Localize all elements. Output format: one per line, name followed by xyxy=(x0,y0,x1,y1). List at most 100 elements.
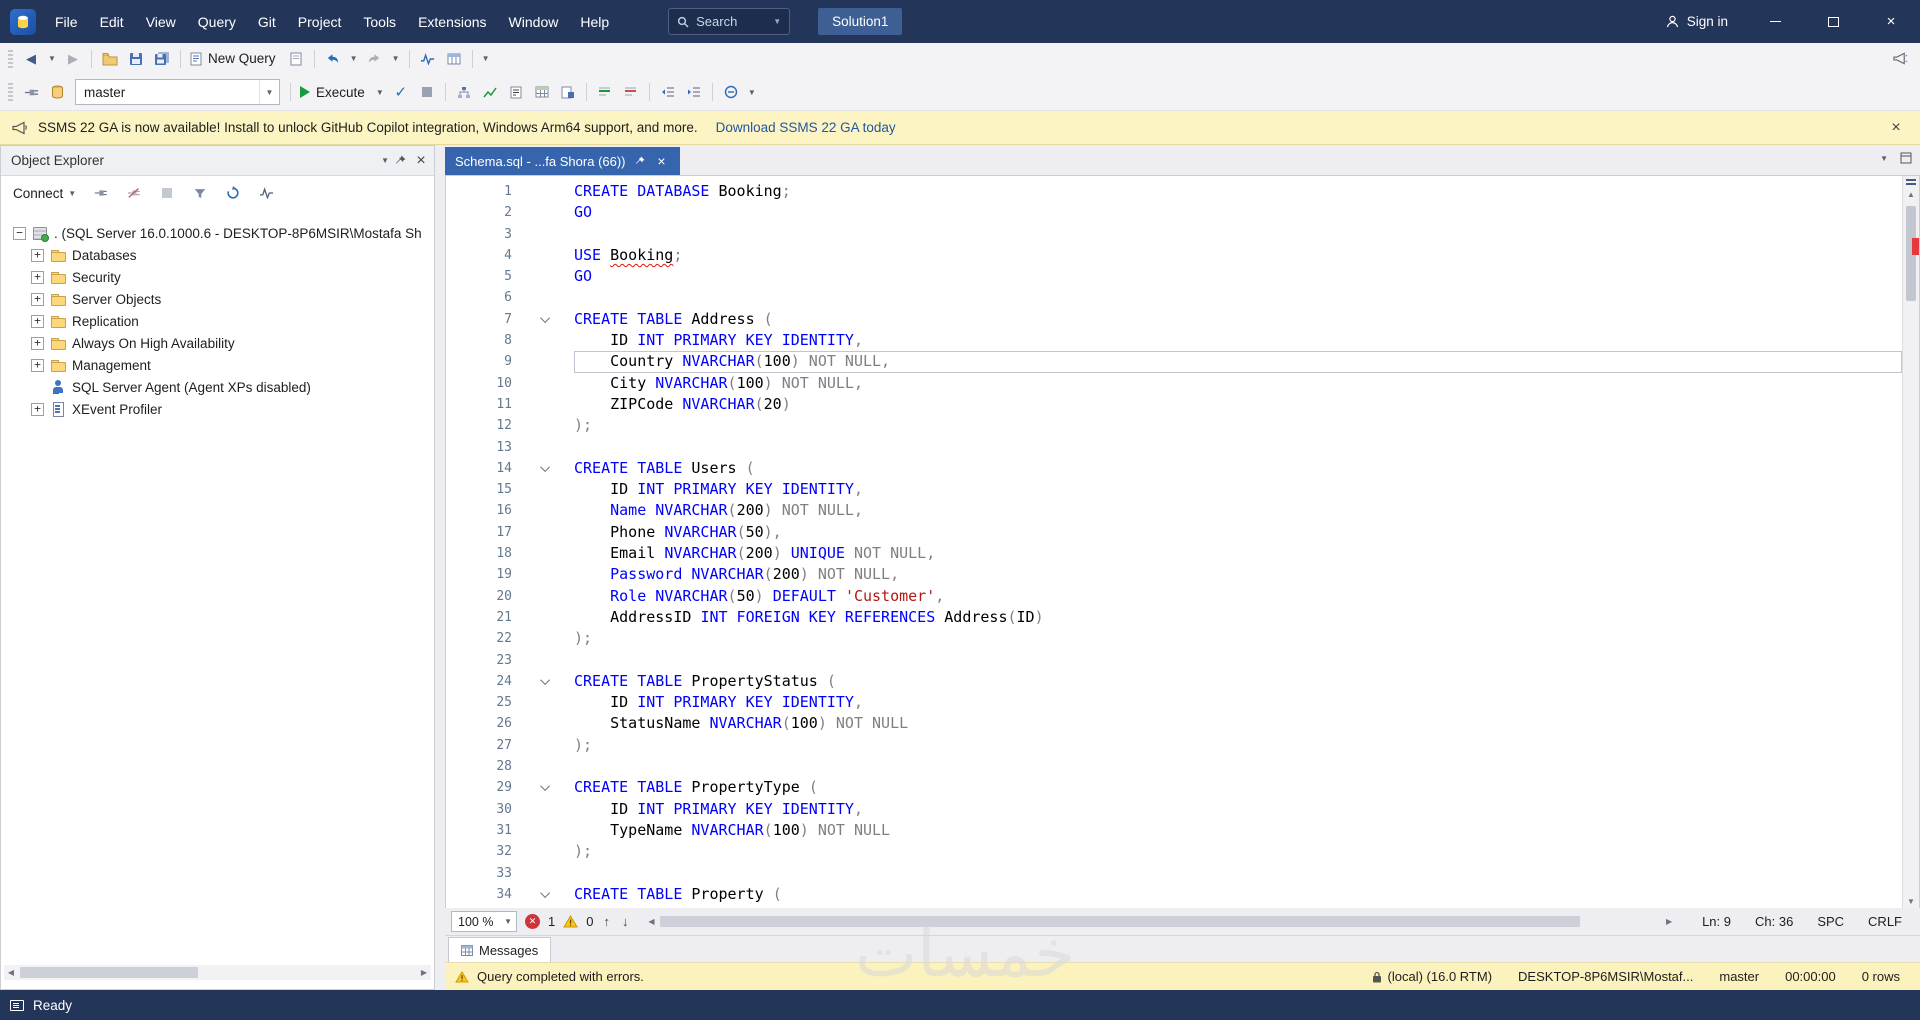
code-line[interactable]: 3 xyxy=(446,224,1902,245)
expander-plus-icon[interactable]: + xyxy=(31,403,44,416)
expander-plus-icon[interactable]: + xyxy=(31,293,44,306)
object-explorer-hscrollbar[interactable]: ◀ ▶ xyxy=(4,965,431,980)
cancel-query-button[interactable] xyxy=(415,79,439,105)
code-line[interactable]: 23 xyxy=(446,650,1902,671)
scroll-down-arrow[interactable]: ▼ xyxy=(1903,897,1919,906)
expander-plus-icon[interactable]: + xyxy=(31,249,44,262)
code-line[interactable]: 14CREATE TABLE Users ( xyxy=(446,458,1902,479)
code-line[interactable]: 30 ID INT PRIMARY KEY IDENTITY, xyxy=(446,799,1902,820)
uncomment-button[interactable] xyxy=(619,79,643,105)
database-select[interactable]: master ▼ xyxy=(75,79,280,105)
execute-button[interactable]: Execute xyxy=(297,79,371,105)
parse-button[interactable]: ✓ xyxy=(389,79,413,105)
tree-item[interactable]: +Management xyxy=(1,354,434,376)
undo-dropdown[interactable]: ▼ xyxy=(347,46,361,72)
save-button[interactable] xyxy=(124,46,148,72)
menu-item-extensions[interactable]: Extensions xyxy=(407,0,497,43)
menu-item-query[interactable]: Query xyxy=(187,0,247,43)
splitter-grip-icon[interactable] xyxy=(1906,179,1916,187)
menu-item-edit[interactable]: Edit xyxy=(89,0,135,43)
code-line[interactable]: 34CREATE TABLE Property ( xyxy=(446,884,1902,905)
code-line[interactable]: 28 xyxy=(446,756,1902,777)
toolbar-grip2[interactable] xyxy=(8,83,13,101)
activity-monitor-icon[interactable] xyxy=(416,46,440,72)
space-mode-indicator[interactable]: SPC xyxy=(1805,914,1856,929)
search-box[interactable]: Search ▼ xyxy=(668,8,790,35)
nav-forward-button[interactable]: ▶ xyxy=(61,46,85,72)
pin-icon[interactable] xyxy=(395,155,406,166)
scroll-right-arrow[interactable]: ▶ xyxy=(417,968,431,977)
code-line[interactable]: 25 ID INT PRIMARY KEY IDENTITY, xyxy=(446,692,1902,713)
fold-collapse-icon[interactable] xyxy=(518,884,574,905)
notification-close-icon[interactable]: × xyxy=(1884,116,1908,140)
menu-item-help[interactable]: Help xyxy=(569,0,620,43)
code-line[interactable]: 26 StatusName NVARCHAR(100) NOT NULL xyxy=(446,713,1902,734)
results-to-file-icon[interactable] xyxy=(556,79,580,105)
code-line[interactable]: 24CREATE TABLE PropertyStatus ( xyxy=(446,671,1902,692)
tree-item[interactable]: +Databases xyxy=(1,244,434,266)
menu-item-window[interactable]: Window xyxy=(498,0,570,43)
code-line[interactable]: 16 Name NVARCHAR(200) NOT NULL, xyxy=(446,500,1902,521)
hscroll-right-arrow[interactable]: ▶ xyxy=(1662,917,1676,926)
prev-error-arrow[interactable]: ↑ xyxy=(601,914,612,929)
document-tab[interactable]: Schema.sql - ...fa Shora (66)) × xyxy=(445,147,680,175)
results-to-text-icon[interactable] xyxy=(504,79,528,105)
tree-item[interactable]: +XEvent Profiler xyxy=(1,398,434,420)
scroll-left-arrow[interactable]: ◀ xyxy=(4,968,18,977)
tree-item[interactable]: −. (SQL Server 16.0.1000.6 - DESKTOP-8P6… xyxy=(1,222,434,244)
tree-item[interactable]: SQL Server Agent (Agent XPs disabled) xyxy=(1,376,434,398)
expander-minus-icon[interactable]: − xyxy=(13,227,26,240)
intellisense-icon[interactable] xyxy=(719,79,743,105)
menu-item-tools[interactable]: Tools xyxy=(352,0,407,43)
toolbar-grip[interactable] xyxy=(8,50,13,68)
code-line[interactable]: 11 ZIPCode NVARCHAR(20) xyxy=(446,394,1902,415)
search-dropdown-icon[interactable]: ▼ xyxy=(773,17,781,26)
connect-object-icon[interactable] xyxy=(89,180,113,206)
hscrollbar-thumb[interactable] xyxy=(660,916,1580,927)
code-line[interactable]: 19 Password NVARCHAR(200) NOT NULL, xyxy=(446,564,1902,585)
notification-link[interactable]: Download SSMS 22 GA today xyxy=(716,120,896,135)
warning-icon[interactable] xyxy=(563,915,578,928)
code-line[interactable]: 21 AddressID INT FOREIGN KEY REFERENCES … xyxy=(446,607,1902,628)
disconnect-object-icon[interactable] xyxy=(122,180,146,206)
panel-options-dropdown-icon[interactable]: ▼ xyxy=(381,156,389,165)
solution-selector[interactable]: Solution1 xyxy=(818,8,902,35)
save-all-button[interactable] xyxy=(150,46,174,72)
window-options-icon[interactable] xyxy=(1900,152,1912,164)
change-connection-icon[interactable] xyxy=(19,79,43,105)
stop-icon[interactable] xyxy=(155,180,179,206)
code-line[interactable]: 6 xyxy=(446,287,1902,308)
tab-pin-icon[interactable] xyxy=(635,156,645,166)
panel-close-icon[interactable]: × xyxy=(412,152,430,170)
code-line[interactable]: 9 Country NVARCHAR(100) NOT NULL, xyxy=(446,351,1902,372)
tab-close-icon[interactable]: × xyxy=(654,153,670,169)
code-line[interactable]: 12); xyxy=(446,415,1902,436)
scrollbar-track[interactable] xyxy=(20,966,415,979)
estimated-plan-icon[interactable] xyxy=(452,79,476,105)
open-file-button[interactable] xyxy=(98,46,122,72)
filter-icon[interactable] xyxy=(188,180,212,206)
new-query-button[interactable]: New Query xyxy=(187,46,282,72)
tab-list-dropdown-icon[interactable]: ▼ xyxy=(1880,154,1888,163)
error-count[interactable]: 1 xyxy=(548,914,555,929)
code-line[interactable]: 8 ID INT PRIMARY KEY IDENTITY, xyxy=(446,330,1902,351)
nav-back-dropdown[interactable]: ▼ xyxy=(45,46,59,72)
tree-item[interactable]: +Always On High Availability xyxy=(1,332,434,354)
eol-indicator[interactable]: CRLF xyxy=(1856,914,1914,929)
code-line[interactable]: 10 City NVARCHAR(100) NOT NULL, xyxy=(446,373,1902,394)
code-line[interactable]: 32); xyxy=(446,841,1902,862)
refresh-icon[interactable] xyxy=(221,180,245,206)
tree-item[interactable]: +Replication xyxy=(1,310,434,332)
expander-plus-icon[interactable]: + xyxy=(31,337,44,350)
available-databases-icon[interactable] xyxy=(45,79,69,105)
code-line[interactable]: 2GO xyxy=(446,202,1902,223)
maximize-button[interactable] xyxy=(1804,0,1862,43)
activity-icon[interactable] xyxy=(254,180,278,206)
scroll-up-arrow[interactable]: ▲ xyxy=(1903,190,1919,199)
code-line[interactable]: 33 xyxy=(446,863,1902,884)
code-line[interactable]: 31 TypeName NVARCHAR(100) NOT NULL xyxy=(446,820,1902,841)
panel-splitter[interactable] xyxy=(435,145,445,990)
code-line[interactable]: 20 Role NVARCHAR(50) DEFAULT 'Customer', xyxy=(446,586,1902,607)
menu-item-project[interactable]: Project xyxy=(287,0,353,43)
nav-back-button[interactable]: ◀ xyxy=(19,46,43,72)
